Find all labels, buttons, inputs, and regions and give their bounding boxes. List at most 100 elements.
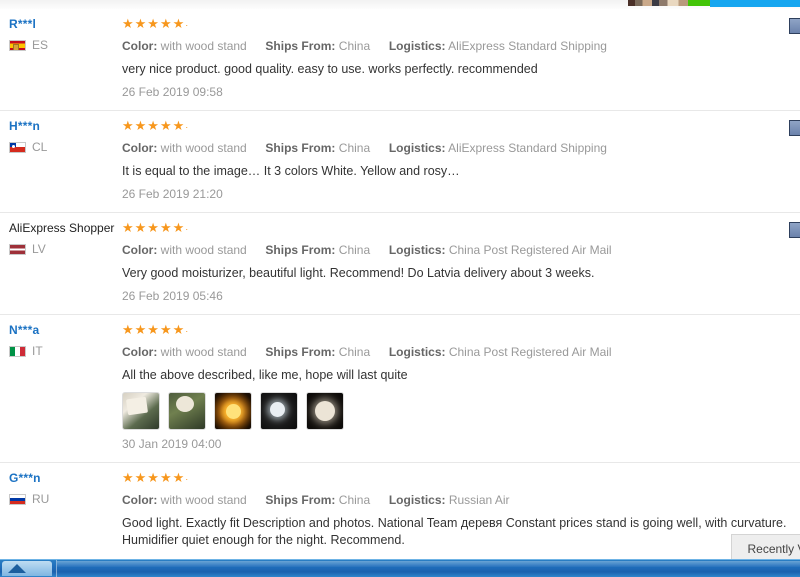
recently-viewed-label: Recently V xyxy=(747,542,800,556)
logistics-label: Logistics: xyxy=(388,345,446,359)
review-photo-thumbnail[interactable] xyxy=(306,392,344,430)
logistics-value: China Post Registered Air Mail xyxy=(448,345,612,359)
reviewer-name[interactable]: G***n xyxy=(9,471,120,486)
reviewer-country: LV xyxy=(9,242,120,256)
review-date: 26 Feb 2019 21:20 xyxy=(122,187,223,201)
ships-from-value: China xyxy=(338,345,371,359)
country-code: CL xyxy=(32,140,48,154)
star-trailing-dot: · xyxy=(185,20,190,30)
ships-from-value: China xyxy=(338,141,371,155)
country-code: ES xyxy=(32,38,49,52)
country-code: RU xyxy=(32,492,50,506)
green-accent-remnant xyxy=(688,0,710,6)
color-value: with wood stand xyxy=(160,345,247,359)
logistics-label: Logistics: xyxy=(388,243,446,257)
star-rating: ★★★★★· xyxy=(122,221,800,235)
reviewer-column: R***l ES xyxy=(0,17,120,100)
star-glyphs: ★★★★★ xyxy=(122,470,186,485)
star-glyphs: ★★★★★ xyxy=(122,220,186,235)
reviewer-column: H***n CL xyxy=(0,119,120,202)
star-glyphs: ★★★★★ xyxy=(122,118,186,133)
reviewer-column: AliExpress Shopper LV xyxy=(0,221,120,304)
review-text: very nice product. good quality. easy to… xyxy=(122,62,538,76)
review-date: 26 Feb 2019 05:46 xyxy=(122,289,223,303)
flag-icon-es xyxy=(9,39,26,51)
ships-from-value: China xyxy=(338,39,371,53)
star-rating: ★★★★★· xyxy=(122,471,800,485)
logistics-value: AliExpress Standard Shipping xyxy=(448,39,607,53)
review-photo-thumbnail[interactable] xyxy=(122,392,160,430)
flag-icon-cl xyxy=(9,141,26,153)
review-text: All the above described, like me, hope w… xyxy=(122,368,408,382)
review-photo-thumbnail[interactable] xyxy=(168,392,206,430)
color-label: Color: xyxy=(122,345,158,359)
helpful-button[interactable] xyxy=(789,222,800,238)
reviewer-name[interactable]: R***l xyxy=(9,17,120,32)
flag-icon-lv xyxy=(9,243,26,255)
review-attributes: Color: with wood stand Ships From: China… xyxy=(122,38,800,54)
review-attributes: Color: with wood stand Ships From: China… xyxy=(122,492,800,508)
color-label: Color: xyxy=(122,493,158,507)
star-glyphs: ★★★★★ xyxy=(122,16,186,31)
country-code: IT xyxy=(32,344,43,358)
logistics-label: Logistics: xyxy=(388,493,446,507)
review-attributes: Color: with wood stand Ships From: China… xyxy=(122,344,800,360)
flag-icon-it xyxy=(9,345,26,357)
logistics-value: Russian Air xyxy=(448,493,510,507)
review-photo-thumbnail[interactable] xyxy=(260,392,298,430)
chrome-background xyxy=(0,0,800,9)
star-rating: ★★★★★· xyxy=(122,17,800,31)
photo-highlight xyxy=(270,402,285,417)
reviewer-country: IT xyxy=(9,344,120,358)
review-row: AliExpress Shopper LV ★★★★★· Color: with… xyxy=(0,213,800,315)
review-content: ★★★★★· Color: with wood stand Ships From… xyxy=(120,17,800,100)
star-trailing-dot: · xyxy=(185,474,190,484)
color-label: Color: xyxy=(122,141,158,155)
review-text: It is equal to the image… It 3 colors Wh… xyxy=(122,164,460,178)
review-row: R***l ES ★★★★★· Color: with wood stand S… xyxy=(0,9,800,111)
review-photo-thumbnail[interactable] xyxy=(214,392,252,430)
review-date: 26 Feb 2019 09:58 xyxy=(122,85,223,99)
color-value: with wood stand xyxy=(160,243,247,257)
review-row: N***a IT ★★★★★· Color: with wood stand S… xyxy=(0,315,800,463)
star-rating: ★★★★★· xyxy=(122,119,800,133)
reviewer-country: CL xyxy=(9,140,120,154)
reviewer-country: ES xyxy=(9,38,120,52)
blue-accent-remnant xyxy=(710,0,800,7)
review-attributes: Color: with wood stand Ships From: China… xyxy=(122,140,800,156)
ships-from-value: China xyxy=(338,493,371,507)
review-content: ★★★★★· Color: with wood stand Ships From… xyxy=(120,221,800,304)
ships-from-label: Ships From: xyxy=(265,345,336,359)
ships-from-value: China xyxy=(338,243,371,257)
color-value: with wood stand xyxy=(160,493,247,507)
star-trailing-dot: · xyxy=(185,224,190,234)
reviewer-column: G***n RU xyxy=(0,471,120,549)
photo-highlight xyxy=(315,401,335,421)
photo-highlight xyxy=(226,404,241,419)
logistics-label: Logistics: xyxy=(388,141,446,155)
color-label: Color: xyxy=(122,39,158,53)
review-attributes: Color: with wood stand Ships From: China… xyxy=(122,242,800,258)
review-row: H***n CL ★★★★★· Color: with wood stand S… xyxy=(0,111,800,213)
star-trailing-dot: · xyxy=(185,122,190,132)
review-content: ★★★★★· Color: with wood stand Ships From… xyxy=(120,119,800,202)
review-photo-gallery xyxy=(122,392,800,430)
star-rating: ★★★★★· xyxy=(122,323,800,337)
helpful-button[interactable] xyxy=(789,18,800,34)
thumbnail-filmstrip-remnant xyxy=(628,0,688,6)
review-list: R***l ES ★★★★★· Color: with wood stand S… xyxy=(0,9,800,559)
logistics-value: China Post Registered Air Mail xyxy=(448,243,612,257)
logistics-value: AliExpress Standard Shipping xyxy=(448,141,607,155)
review-date: 30 Jan 2019 04:00 xyxy=(122,437,222,451)
taskbar-sheen xyxy=(57,561,800,567)
reviewer-column: N***a IT xyxy=(0,323,120,452)
helpful-button[interactable] xyxy=(789,120,800,136)
reviewer-name[interactable]: N***a xyxy=(9,323,120,338)
star-trailing-dot: · xyxy=(185,326,190,336)
review-text: Very good moisturizer, beautiful light. … xyxy=(122,266,595,280)
reviewer-name[interactable]: H***n xyxy=(9,119,120,134)
reviewer-name: AliExpress Shopper xyxy=(9,221,115,235)
color-value: with wood stand xyxy=(160,141,247,155)
ships-from-label: Ships From: xyxy=(265,141,336,155)
start-arrow-icon xyxy=(8,564,26,573)
